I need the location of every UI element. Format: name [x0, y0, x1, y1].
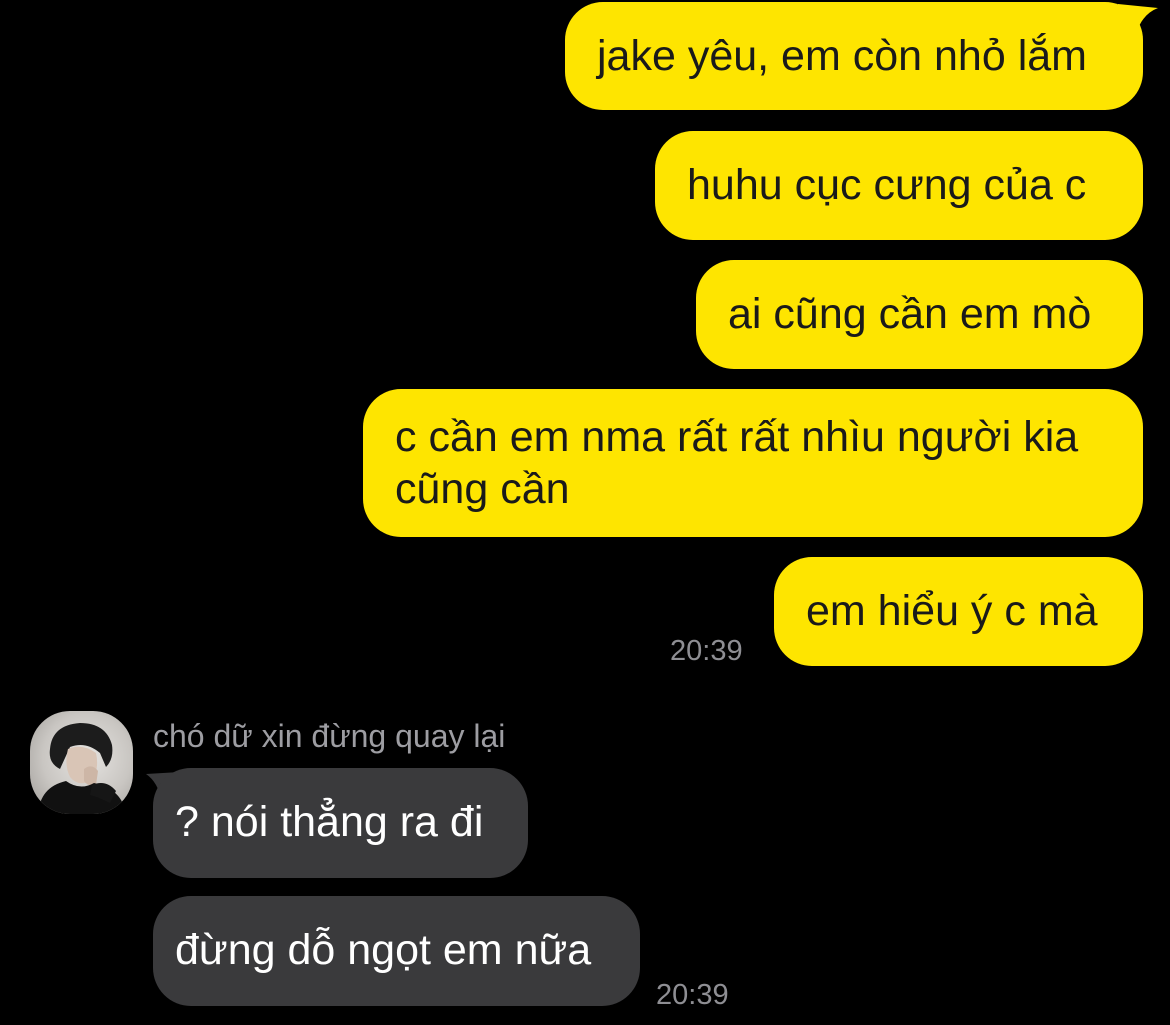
incoming-timestamp: 20:39	[656, 979, 729, 1011]
avatar-photo-icon	[38, 723, 126, 814]
outgoing-message-3[interactable]: ai cũng cần em mò	[696, 260, 1143, 369]
incoming-message-1[interactable]: ? nói thẳng ra đi	[153, 768, 528, 878]
incoming-message-2[interactable]: đừng dỗ ngọt em nữa	[153, 896, 640, 1006]
outgoing-message-4[interactable]: c cần em nma rất rất nhìu người kia cũng…	[363, 389, 1143, 537]
outgoing-message-2[interactable]: huhu cục cưng của c	[655, 131, 1143, 240]
message-text: ? nói thẳng ra đi	[175, 798, 484, 846]
sender-name: chó dữ xin đừng quay lại	[153, 718, 506, 754]
outgoing-message-5[interactable]: em hiểu ý c mà	[774, 557, 1143, 666]
message-text: c cần em nma rất rất nhìu người kia cũng…	[395, 413, 1079, 513]
sender-avatar[interactable]	[30, 711, 133, 814]
message-text: đừng dỗ ngọt em nữa	[175, 926, 592, 974]
message-text: jake yêu, em còn nhỏ lắm	[597, 32, 1087, 80]
message-text: huhu cục cưng của c	[687, 161, 1087, 209]
message-text: em hiểu ý c mà	[806, 587, 1098, 635]
outgoing-message-1[interactable]: jake yêu, em còn nhỏ lắm	[565, 2, 1143, 110]
message-text: ai cũng cần em mò	[728, 290, 1092, 338]
outgoing-timestamp: 20:39	[670, 635, 743, 667]
